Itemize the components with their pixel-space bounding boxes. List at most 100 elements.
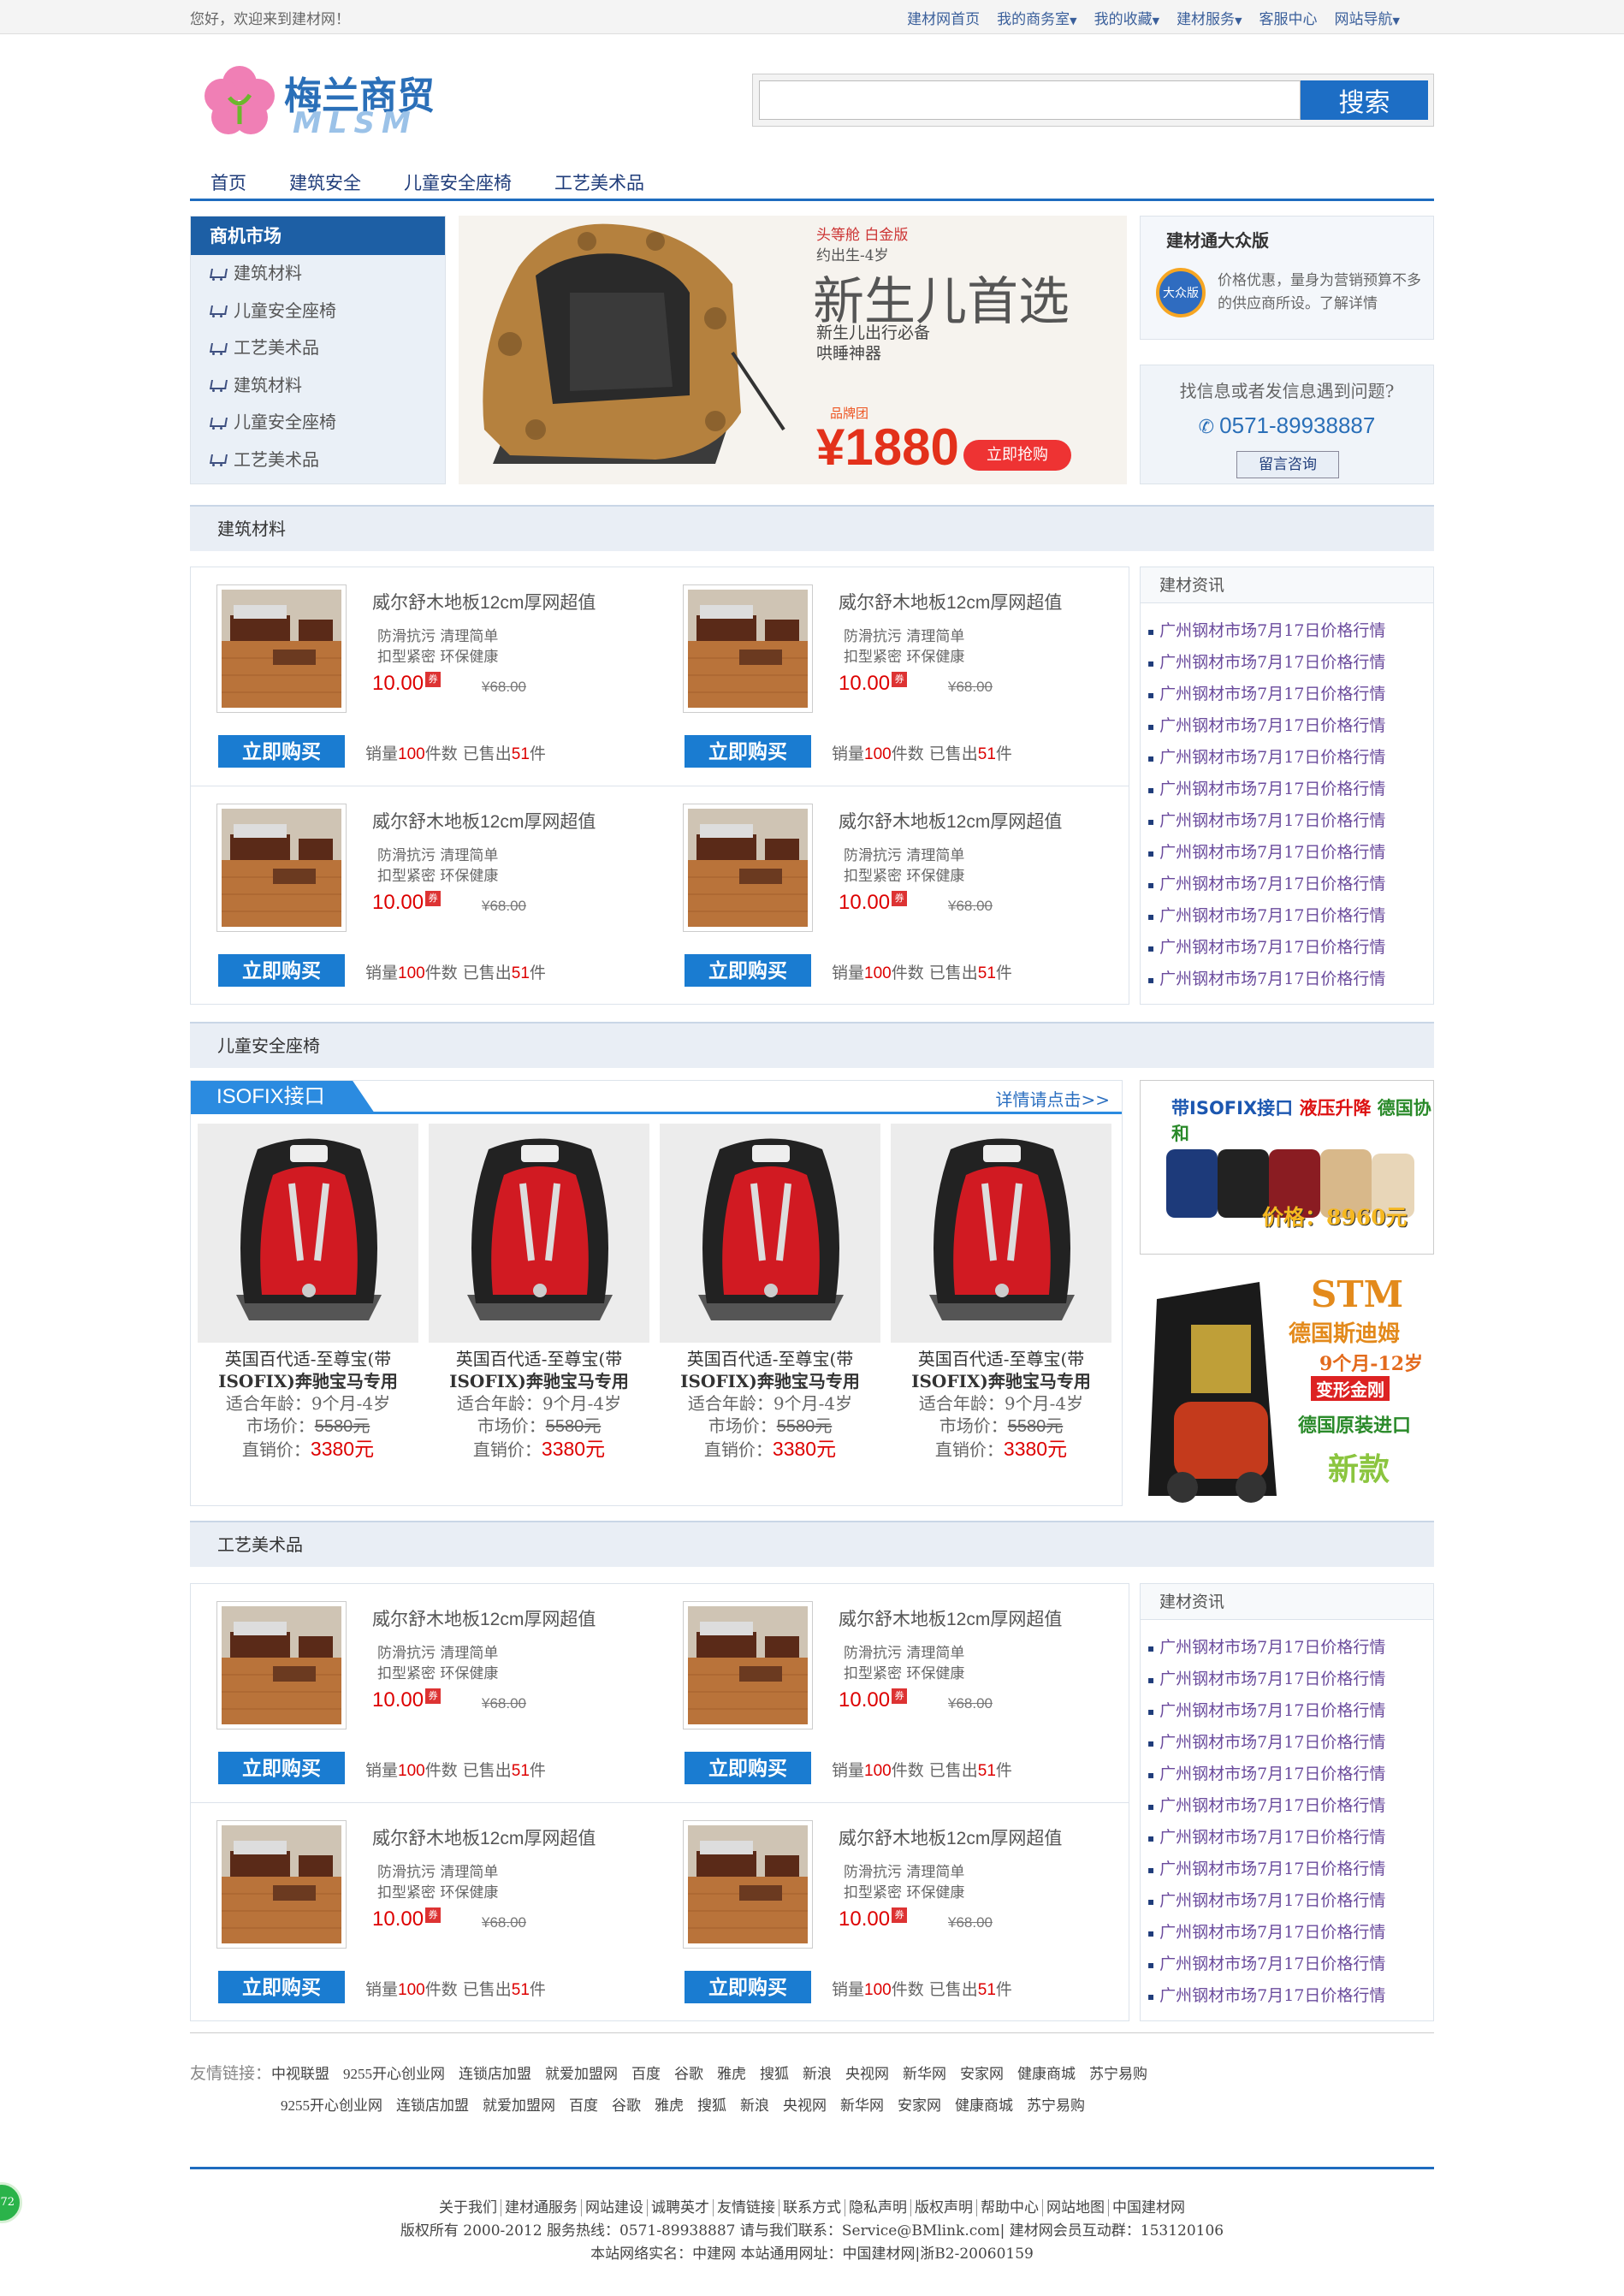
friend-link[interactable]: 新华网 <box>840 2097 884 2114</box>
buy-now-button[interactable]: 立即购买 <box>685 735 811 768</box>
nav-home[interactable]: 首页 <box>210 163 246 199</box>
seat-image[interactable] <box>660 1124 880 1343</box>
friend-link[interactable]: 连锁店加盟 <box>459 2066 531 2082</box>
friend-link[interactable]: 中视联盟 <box>271 2066 329 2082</box>
news-item[interactable]: 广州钢材市场7月17日价格行情 <box>1141 837 1433 869</box>
friend-link[interactable]: 雅虎 <box>655 2097 684 2114</box>
link-office[interactable]: 我的商务室▼ <box>988 7 1085 28</box>
buy-now-button[interactable]: 立即购买 <box>218 1752 345 1784</box>
news-item[interactable]: 广州钢材市场7月17日价格行情 <box>1141 1854 1433 1885</box>
news-item[interactable]: 广州钢材市场7月17日价格行情 <box>1141 1727 1433 1759</box>
friend-link[interactable]: 谷歌 <box>612 2097 641 2114</box>
link-sitenav[interactable]: 网站导航▼ <box>1326 7 1408 28</box>
news-item[interactable]: 广州钢材市场7月17日价格行情 <box>1141 615 1433 647</box>
site-logo[interactable]: 梅兰商贸 MLSM <box>199 63 464 140</box>
link-fav[interactable]: 我的收藏▼ <box>1086 7 1168 28</box>
seat-name[interactable]: 英国百代适-至尊宝(带 ISOFIX)奔驰宝马专用 <box>891 1348 1111 1392</box>
news-item[interactable]: 广州钢材市场7月17日价格行情 <box>1141 1885 1433 1917</box>
footer-link[interactable]: 关于我们 <box>436 2199 501 2216</box>
product-title[interactable]: 威尔舒木地板12cm厚网超值 <box>372 1605 596 1631</box>
friend-link[interactable]: 安家网 <box>960 2066 1004 2082</box>
product-thumb[interactable] <box>683 1601 813 1729</box>
friend-link[interactable]: 雅虎 <box>717 2066 746 2082</box>
friend-link[interactable]: 百度 <box>569 2097 598 2114</box>
friend-link[interactable]: 9255开心创业网 <box>343 2066 445 2082</box>
buy-now-button[interactable]: 立即购买 <box>218 735 345 768</box>
seat-name[interactable]: 英国百代适-至尊宝(带 ISOFIX)奔驰宝马专用 <box>198 1348 418 1392</box>
news-item[interactable]: 广州钢材市场7月17日价格行情 <box>1141 679 1433 710</box>
isofix-tab[interactable]: ISOFIX接口 <box>191 1081 375 1113</box>
footer-link[interactable]: 网站地图 <box>1043 2199 1109 2216</box>
buy-now-button[interactable]: 立即购买 <box>685 1752 811 1784</box>
product-thumb[interactable] <box>216 1601 347 1729</box>
news-item[interactable]: 广州钢材市场7月17日价格行情 <box>1141 1980 1433 2012</box>
float-chat-button[interactable]: 72 <box>0 2182 22 2223</box>
friend-link[interactable]: 新浪 <box>740 2097 769 2114</box>
dazhong-panel[interactable]: 建材通大众版 大众版 价格优惠，量身为营销预算不多的供应商所设。了解详情 <box>1140 216 1434 340</box>
news-item[interactable]: 广州钢材市场7月17日价格行情 <box>1141 742 1433 774</box>
news-item[interactable]: 广州钢材市场7月17日价格行情 <box>1141 1917 1433 1949</box>
footer-link[interactable]: 友情链接 <box>714 2199 779 2216</box>
product-thumb[interactable] <box>216 1820 347 1949</box>
friend-link[interactable]: 就爱加盟网 <box>545 2066 618 2082</box>
news-item[interactable]: 广州钢材市场7月17日价格行情 <box>1141 1632 1433 1664</box>
product-title[interactable]: 威尔舒木地板12cm厚网超值 <box>839 589 1062 614</box>
friend-link[interactable]: 搜狐 <box>697 2097 726 2114</box>
friend-link[interactable]: 新华网 <box>903 2066 946 2082</box>
buy-now-button[interactable]: 立即购买 <box>218 954 345 987</box>
isofix-ad[interactable]: 带ISOFIX接口 液压升降 德国协和 价格：8960元 <box>1140 1080 1434 1255</box>
friend-link[interactable]: 就爱加盟网 <box>483 2097 555 2114</box>
link-service[interactable]: 建材服务▼ <box>1168 7 1250 28</box>
footer-link[interactable]: 建材通服务 <box>501 2199 582 2216</box>
banner-buy-button[interactable]: 立即抢购 <box>963 440 1071 471</box>
link-home[interactable]: 建材网首页 <box>898 7 988 28</box>
news-item[interactable]: 广州钢材市场7月17日价格行情 <box>1141 647 1433 679</box>
footer-link[interactable]: 网站建设 <box>582 2199 648 2216</box>
product-thumb[interactable] <box>683 804 813 932</box>
friend-link[interactable]: 健康商城 <box>955 2097 1013 2114</box>
footer-link[interactable]: 隐私声明 <box>845 2199 911 2216</box>
seat-image[interactable] <box>198 1124 418 1343</box>
seat-image[interactable] <box>429 1124 649 1343</box>
news-item[interactable]: 广州钢材市场7月17日价格行情 <box>1141 1949 1433 1980</box>
product-title[interactable]: 威尔舒木地板12cm厚网超值 <box>839 1605 1062 1631</box>
news-item[interactable]: 广州钢材市场7月17日价格行情 <box>1141 1822 1433 1854</box>
product-thumb[interactable] <box>216 804 347 932</box>
news-item[interactable]: 广州钢材市场7月17日价格行情 <box>1141 964 1433 995</box>
link-support[interactable]: 客服中心 <box>1251 7 1326 28</box>
news-item[interactable]: 广州钢材市场7月17日价格行情 <box>1141 932 1433 964</box>
news-item[interactable]: 广州钢材市场7月17日价格行情 <box>1141 900 1433 932</box>
news-item[interactable]: 广州钢材市场7月17日价格行情 <box>1141 1664 1433 1695</box>
friend-link[interactable]: 央视网 <box>845 2066 889 2082</box>
footer-link[interactable]: 帮助中心 <box>977 2199 1043 2216</box>
friend-link[interactable]: 谷歌 <box>674 2066 703 2082</box>
buy-now-button[interactable]: 立即购买 <box>218 1971 345 2003</box>
market-item[interactable]: 儿童安全座椅 <box>191 293 445 330</box>
footer-link[interactable]: 诚聘英才 <box>648 2199 714 2216</box>
buy-now-button[interactable]: 立即购买 <box>685 954 811 987</box>
friend-link[interactable]: 新浪 <box>803 2066 832 2082</box>
nav-building-safety[interactable]: 建筑安全 <box>289 163 361 199</box>
nav-crafts[interactable]: 工艺美术品 <box>554 163 644 199</box>
product-title[interactable]: 威尔舒木地板12cm厚网超值 <box>372 808 596 834</box>
news-item[interactable]: 广州钢材市场7月17日价格行情 <box>1141 1695 1433 1727</box>
footer-link[interactable]: 中国建材网 <box>1109 2199 1188 2216</box>
product-title[interactable]: 威尔舒木地板12cm厚网超值 <box>372 589 596 614</box>
footer-link[interactable]: 联系方式 <box>779 2199 845 2216</box>
market-item[interactable]: 儿童安全座椅 <box>191 404 445 442</box>
seat-name[interactable]: 英国百代适-至尊宝(带 ISOFIX)奔驰宝马专用 <box>429 1348 649 1392</box>
product-title[interactable]: 威尔舒木地板12cm厚网超值 <box>839 808 1062 834</box>
promo-banner[interactable]: 头等舱 白金版 约出生-4岁 新生儿首选 新生儿出行必备 哄睡神器 品牌团 ¥1… <box>459 216 1127 484</box>
product-title[interactable]: 威尔舒木地板12cm厚网超值 <box>839 1824 1062 1850</box>
footer-link[interactable]: 版权声明 <box>911 2199 977 2216</box>
friend-link[interactable]: 苏宁易购 <box>1027 2097 1085 2114</box>
search-input[interactable] <box>759 80 1301 120</box>
seat-image[interactable] <box>891 1124 1111 1343</box>
news-item[interactable]: 广州钢材市场7月17日价格行情 <box>1141 1790 1433 1822</box>
product-thumb[interactable] <box>683 584 813 713</box>
stm-ad[interactable]: STM 德国斯迪姆 9个月-12岁 变形金刚 德国原装进口 新款 <box>1140 1273 1434 1506</box>
product-thumb[interactable] <box>216 584 347 713</box>
news-item[interactable]: 广州钢材市场7月17日价格行情 <box>1141 805 1433 837</box>
more-link[interactable]: 详情请点击>> <box>995 1086 1110 1111</box>
search-button[interactable]: 搜索 <box>1301 80 1428 120</box>
